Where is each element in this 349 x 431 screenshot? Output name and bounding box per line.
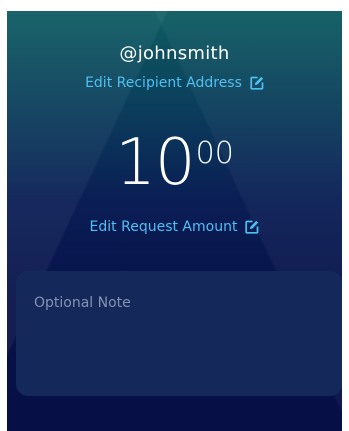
- amount-whole: 10: [115, 126, 195, 200]
- recipient-handle: @johnsmith: [119, 43, 230, 64]
- request-screen: @johnsmith Edit Recipient Address 1000 E…: [7, 11, 342, 431]
- request-amount: 1000: [7, 131, 342, 195]
- optional-note-input[interactable]: [34, 295, 324, 372]
- edit-icon[interactable]: [250, 76, 264, 90]
- edit-request-amount-label: Edit Request Amount: [89, 219, 238, 235]
- amount-cents: 00: [195, 136, 234, 171]
- edit-icon[interactable]: [245, 220, 259, 234]
- edit-recipient-address-link[interactable]: Edit Recipient Address: [7, 75, 342, 91]
- edit-request-amount-link[interactable]: Edit Request Amount: [7, 219, 342, 235]
- edit-recipient-address-label: Edit Recipient Address: [85, 75, 242, 91]
- optional-note-panel: [16, 271, 342, 396]
